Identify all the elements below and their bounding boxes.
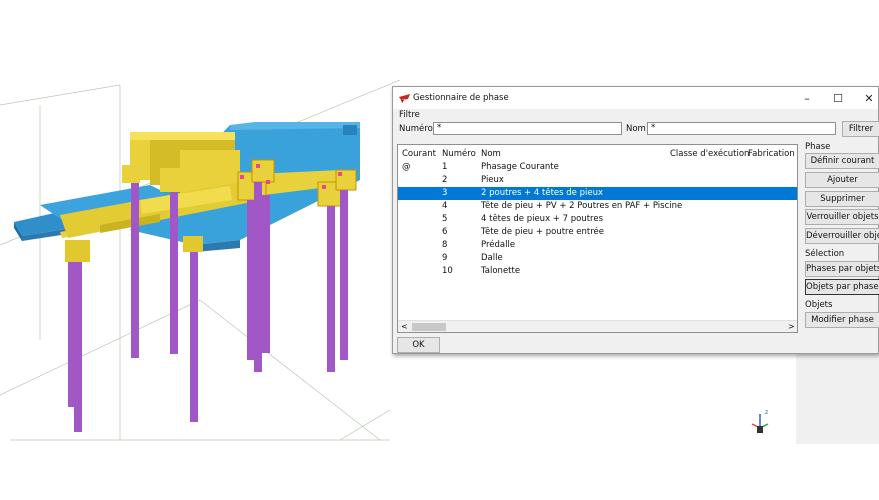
- numero-filter-input[interactable]: *: [433, 122, 622, 135]
- cell-numero: 2: [442, 175, 448, 185]
- objets-group-label: Objets: [805, 300, 833, 310]
- phases-par-objets-button[interactable]: Phases par objets: [805, 261, 879, 277]
- header-fabrication[interactable]: Fabrication: [748, 149, 795, 159]
- cell-nom: Tête de pieu + PV + 2 Poutres en PAF + P…: [481, 201, 683, 211]
- cell-numero: 6: [442, 227, 448, 237]
- cell-nom: 2 poutres + 4 têtes de pieux: [481, 188, 604, 198]
- table-row[interactable]: 5 4 têtes de pieux + 7 poutres: [398, 213, 797, 226]
- scroll-right-icon[interactable]: >: [788, 321, 795, 332]
- filter-group-label: Filtre: [399, 110, 420, 120]
- nom-filter-input[interactable]: *: [647, 122, 836, 135]
- cell-numero: 9: [442, 253, 448, 263]
- phase-manager-dialog: Gestionnaire de phase – ☐ ✕ Filtre Numér…: [392, 86, 879, 354]
- header-courant[interactable]: Courant: [402, 149, 436, 159]
- definir-courant-button[interactable]: Définir courant: [805, 153, 879, 169]
- cell-nom: Talonette: [481, 266, 521, 276]
- table-row[interactable]: 10 Talonette: [398, 265, 797, 278]
- ajouter-button[interactable]: Ajouter: [805, 172, 879, 188]
- table-row[interactable]: 4 Tête de pieu + PV + 2 Poutres en PAF +…: [398, 200, 797, 213]
- dialog-title: Gestionnaire de phase: [413, 93, 509, 103]
- ok-button[interactable]: OK: [397, 337, 440, 353]
- app-logo-icon: [399, 94, 410, 103]
- cell-nom: Dalle: [481, 253, 503, 263]
- supprimer-button[interactable]: Supprimer: [805, 191, 879, 207]
- axis-z-label: z: [765, 409, 768, 416]
- title-bar[interactable]: Gestionnaire de phase – ☐ ✕: [393, 87, 878, 109]
- cell-nom: Prédalle: [481, 240, 516, 250]
- table-row[interactable]: @ 1 Phasage Courante: [398, 161, 797, 174]
- table-row[interactable]: 9 Dalle: [398, 252, 797, 265]
- cell-nom: Pieux: [481, 175, 504, 185]
- nom-label: Nom: [626, 124, 646, 134]
- cell-numero: 1: [442, 162, 448, 172]
- cell-courant: @: [402, 162, 411, 172]
- header-numero[interactable]: Numéro: [442, 149, 476, 159]
- cell-nom: Phasage Courante: [481, 162, 559, 172]
- close-button[interactable]: ✕: [858, 91, 879, 106]
- table-row[interactable]: 2 Pieux: [398, 174, 797, 187]
- modifier-phase-button[interactable]: Modifier phase: [805, 312, 879, 328]
- deverrouiller-objets-button[interactable]: Déverrouiller objets: [805, 228, 879, 244]
- scroll-left-icon[interactable]: <: [401, 321, 408, 332]
- table-row[interactable]: 8 Prédalle: [398, 239, 797, 252]
- table-row-selected[interactable]: 3 2 poutres + 4 têtes de pieux: [398, 187, 797, 200]
- cell-nom: Tête de pieu + poutre entrée: [481, 227, 604, 237]
- maximize-button[interactable]: ☐: [827, 91, 849, 106]
- cell-numero: 5: [442, 214, 448, 224]
- minimize-button[interactable]: –: [796, 91, 818, 106]
- selection-group-label: Sélection: [805, 249, 845, 259]
- phase-group-label: Phase: [805, 142, 831, 152]
- header-classe[interactable]: Classe d'exécution: [670, 149, 749, 159]
- filter-button[interactable]: Filtrer: [842, 121, 879, 137]
- numero-label: Numéro: [399, 124, 433, 134]
- objets-par-phases-button[interactable]: Objets par phases: [805, 279, 879, 295]
- cell-numero: 3: [442, 188, 448, 198]
- phase-table[interactable]: Courant Numéro Nom Classe d'exécution Fa…: [397, 144, 798, 333]
- verrouiller-objets-button[interactable]: Verrouiller objets: [805, 209, 879, 225]
- horizontal-scrollbar[interactable]: < >: [398, 320, 797, 332]
- cell-nom: 4 têtes de pieux + 7 poutres: [481, 214, 604, 224]
- table-row[interactable]: 6 Tête de pieu + poutre entrée: [398, 226, 797, 239]
- cell-numero: 4: [442, 201, 448, 211]
- cell-numero: 8: [442, 240, 448, 250]
- header-nom[interactable]: Nom: [481, 149, 501, 159]
- scroll-thumb[interactable]: [412, 323, 446, 331]
- cell-numero: 10: [442, 266, 453, 276]
